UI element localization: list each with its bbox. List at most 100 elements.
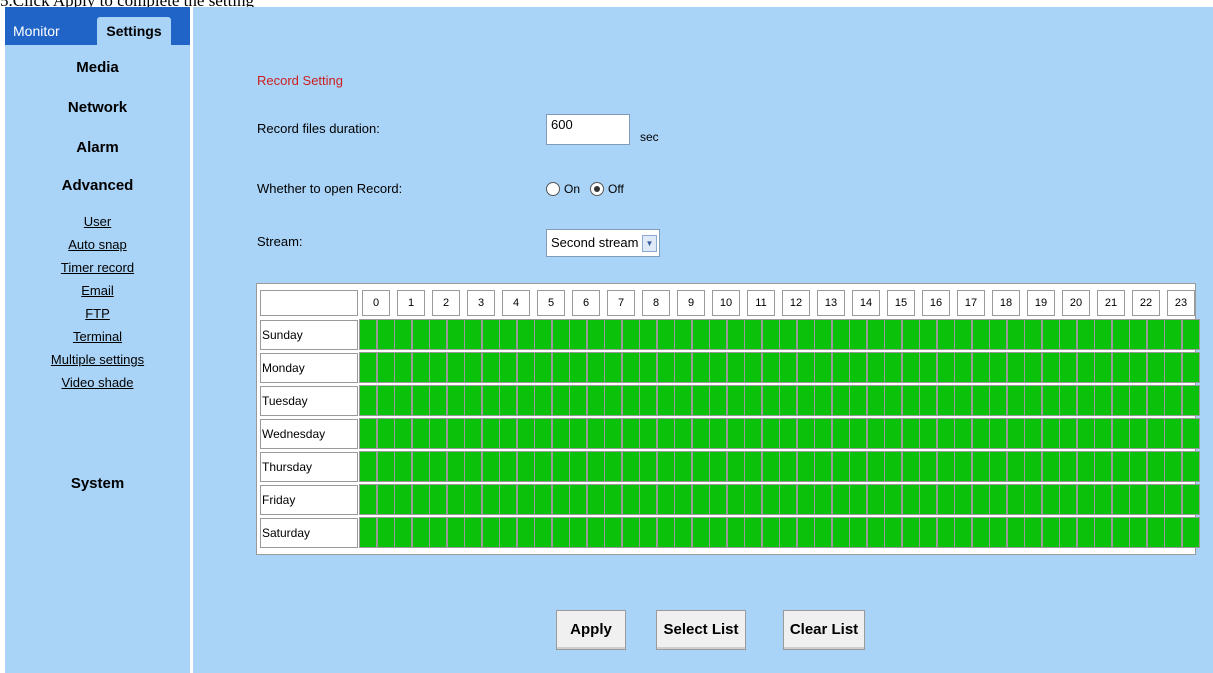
schedule-slot[interactable] (709, 352, 727, 383)
schedule-slot[interactable] (866, 451, 885, 482)
hour-header[interactable]: 22 (1132, 290, 1160, 316)
schedule-slot[interactable] (1181, 352, 1200, 383)
tab-settings[interactable]: Settings (97, 17, 171, 45)
sidebar-item-advanced[interactable]: Advanced (5, 175, 190, 197)
schedule-slot[interactable] (1146, 484, 1165, 515)
schedule-slot[interactable] (499, 385, 517, 416)
schedule-slot[interactable] (1181, 385, 1200, 416)
schedule-slot[interactable] (621, 319, 640, 350)
schedule-slot[interactable] (796, 451, 815, 482)
schedule-slot[interactable] (989, 484, 1007, 515)
schedule-slot[interactable] (1094, 451, 1112, 482)
schedule-slot[interactable] (1111, 517, 1130, 548)
schedule-slot[interactable] (814, 319, 832, 350)
schedule-slot[interactable] (1146, 451, 1165, 482)
schedule-slot[interactable] (814, 451, 832, 482)
schedule-slot[interactable] (691, 385, 710, 416)
schedule-slot[interactable] (656, 484, 675, 515)
schedule-slot[interactable] (954, 517, 972, 548)
schedule-slot[interactable] (499, 319, 517, 350)
schedule-slot[interactable] (1006, 352, 1025, 383)
schedule-slot[interactable] (691, 418, 710, 449)
schedule-slot[interactable] (656, 385, 675, 416)
hour-header[interactable]: 11 (747, 290, 775, 316)
schedule-slot[interactable] (656, 352, 675, 383)
schedule-slot[interactable] (604, 385, 622, 416)
schedule-slot[interactable] (814, 418, 832, 449)
hour-header[interactable]: 18 (992, 290, 1020, 316)
hour-header[interactable]: 12 (782, 290, 810, 316)
schedule-slot[interactable] (1024, 385, 1042, 416)
schedule-slot[interactable] (936, 352, 955, 383)
schedule-slot[interactable] (1181, 484, 1200, 515)
schedule-slot[interactable] (446, 385, 465, 416)
schedule-slot[interactable] (989, 517, 1007, 548)
schedule-slot[interactable] (954, 319, 972, 350)
schedule-slot[interactable] (429, 418, 447, 449)
day-row-header[interactable]: Wednesday (260, 419, 358, 449)
schedule-slot[interactable] (359, 352, 377, 383)
schedule-slot[interactable] (481, 484, 500, 515)
schedule-slot[interactable] (744, 385, 762, 416)
schedule-slot[interactable] (604, 418, 622, 449)
schedule-slot[interactable] (411, 418, 430, 449)
schedule-slot[interactable] (884, 385, 902, 416)
schedule-slot[interactable] (394, 418, 412, 449)
schedule-slot[interactable] (516, 517, 535, 548)
sidebar-item-auto-snap[interactable]: Auto snap (5, 236, 190, 254)
schedule-slot[interactable] (499, 352, 517, 383)
schedule-slot[interactable] (604, 319, 622, 350)
schedule-slot[interactable] (359, 319, 377, 350)
schedule-slot[interactable] (796, 517, 815, 548)
hour-header[interactable]: 1 (397, 290, 425, 316)
schedule-slot[interactable] (464, 319, 482, 350)
schedule-slot[interactable] (779, 484, 797, 515)
schedule-slot[interactable] (779, 352, 797, 383)
schedule-slot[interactable] (709, 319, 727, 350)
schedule-slot[interactable] (446, 418, 465, 449)
schedule-slot[interactable] (1129, 517, 1147, 548)
schedule-slot[interactable] (1111, 484, 1130, 515)
schedule-slot[interactable] (901, 352, 920, 383)
schedule-slot[interactable] (779, 319, 797, 350)
schedule-slot[interactable] (551, 451, 570, 482)
schedule-slot[interactable] (1129, 352, 1147, 383)
schedule-slot[interactable] (464, 451, 482, 482)
schedule-slot[interactable] (516, 484, 535, 515)
schedule-slot[interactable] (866, 418, 885, 449)
schedule-slot[interactable] (1041, 484, 1060, 515)
schedule-slot[interactable] (796, 418, 815, 449)
schedule-slot[interactable] (709, 451, 727, 482)
hour-header[interactable]: 7 (607, 290, 635, 316)
schedule-slot[interactable] (1059, 517, 1077, 548)
schedule-slot[interactable] (1181, 451, 1200, 482)
hour-header[interactable]: 13 (817, 290, 845, 316)
schedule-slot[interactable] (569, 352, 587, 383)
schedule-slot[interactable] (866, 352, 885, 383)
schedule-slot[interactable] (359, 517, 377, 548)
schedule-slot[interactable] (674, 319, 692, 350)
schedule-slot[interactable] (849, 418, 867, 449)
schedule-slot[interactable] (481, 517, 500, 548)
schedule-slot[interactable] (569, 484, 587, 515)
schedule-slot[interactable] (656, 319, 675, 350)
schedule-slot[interactable] (569, 451, 587, 482)
schedule-slot[interactable] (1181, 319, 1200, 350)
schedule-slot[interactable] (866, 319, 885, 350)
schedule-slot[interactable] (1164, 319, 1182, 350)
schedule-slot[interactable] (1094, 385, 1112, 416)
schedule-slot[interactable] (604, 484, 622, 515)
schedule-slot[interactable] (901, 484, 920, 515)
hour-header[interactable]: 2 (432, 290, 460, 316)
schedule-slot[interactable] (866, 484, 885, 515)
schedule-slot[interactable] (1129, 484, 1147, 515)
schedule-slot[interactable] (1094, 517, 1112, 548)
sidebar-item-timer-record[interactable]: Timer record (5, 259, 190, 277)
schedule-slot[interactable] (1024, 451, 1042, 482)
schedule-slot[interactable] (376, 451, 395, 482)
schedule-slot[interactable] (831, 352, 850, 383)
schedule-slot[interactable] (814, 517, 832, 548)
schedule-slot[interactable] (779, 418, 797, 449)
schedule-slot[interactable] (569, 385, 587, 416)
schedule-slot[interactable] (359, 385, 377, 416)
